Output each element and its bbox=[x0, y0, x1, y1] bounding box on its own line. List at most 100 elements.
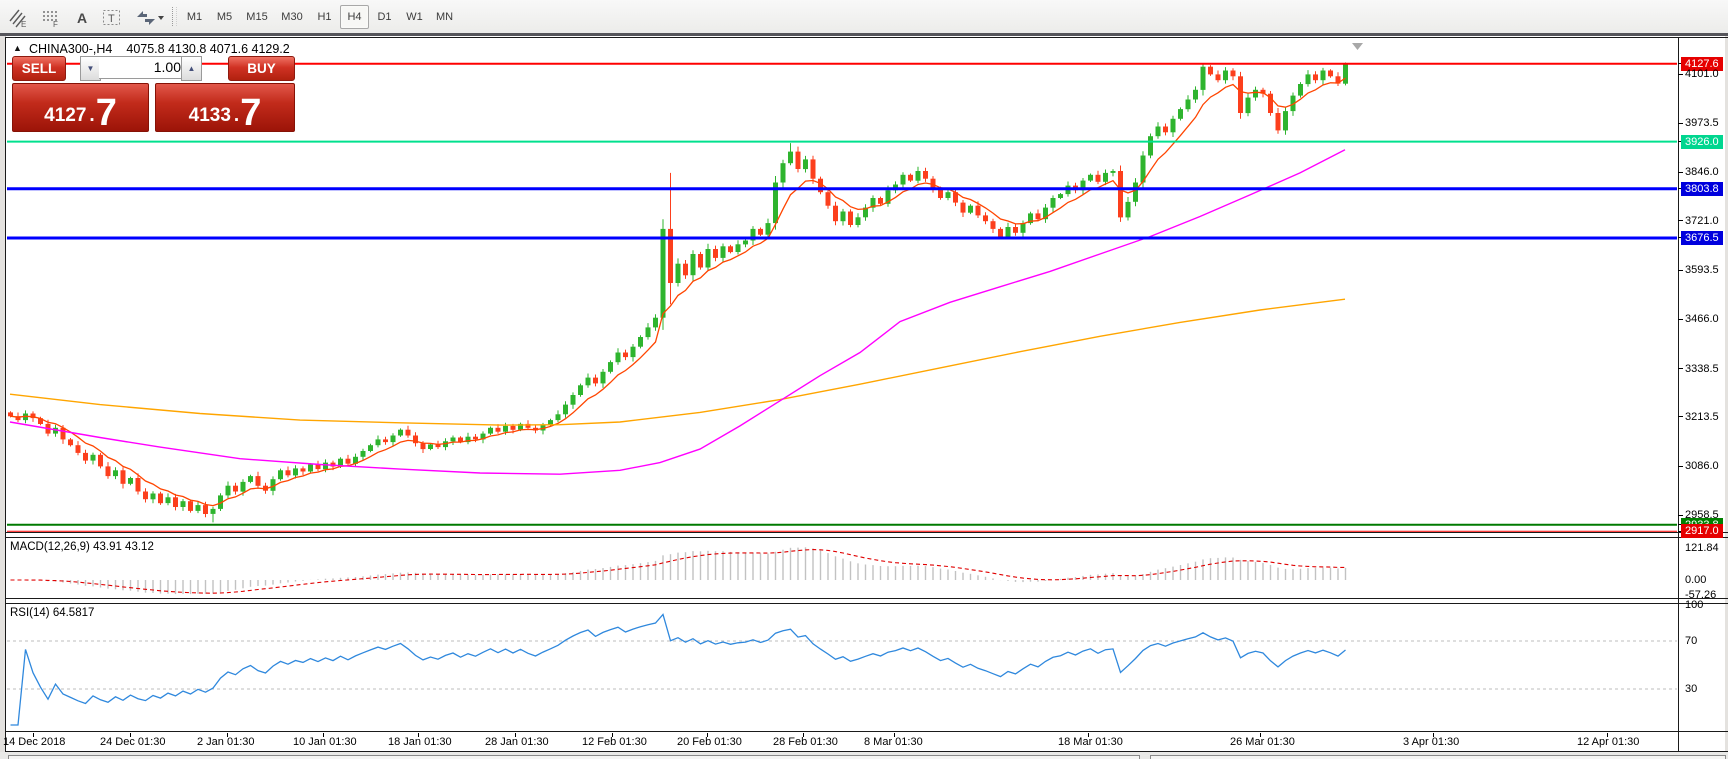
price-axis-label: 3721.0 bbox=[1685, 214, 1719, 228]
time-axis-label: 20 Feb 01:30 bbox=[677, 736, 742, 748]
trading-terminal: E F A T M1 bbox=[0, 0, 1728, 759]
pane-separator[interactable] bbox=[5, 598, 1728, 599]
timeframe-button-m5[interactable]: M5 bbox=[210, 5, 239, 29]
time-axis-label: 8 Mar 01:30 bbox=[864, 736, 923, 748]
time-axis-tick bbox=[418, 733, 419, 737]
price-axis-tick bbox=[1678, 270, 1683, 271]
symbol-timeframe-label: CHINA300-,H4 bbox=[29, 42, 112, 56]
chart-window-top-border bbox=[0, 33, 1728, 36]
terminal-subpanel-edge bbox=[1150, 755, 1726, 759]
volume-input[interactable]: 1.00 bbox=[99, 56, 186, 79]
price-axis-border bbox=[1678, 37, 1679, 751]
price-axis-tick bbox=[1678, 123, 1683, 124]
time-axis-tick bbox=[612, 733, 613, 737]
text-tool-icon[interactable]: T bbox=[98, 4, 126, 31]
time-axis-label: 18 Jan 01:30 bbox=[388, 736, 452, 748]
terminal-panel-edge bbox=[0, 752, 1728, 759]
fibonacci-glyph: F bbox=[41, 8, 61, 28]
equidistant-channel-glyph: E bbox=[8, 8, 28, 28]
fibonacci-tool-icon[interactable]: F bbox=[37, 4, 65, 31]
price-line-badge: 2917.0 bbox=[1681, 524, 1723, 538]
timeframe-button-w1[interactable]: W1 bbox=[400, 5, 429, 29]
time-axis-label: 28 Jan 01:30 bbox=[485, 736, 549, 748]
text-label-tool-icon[interactable]: A bbox=[68, 4, 96, 31]
rsi-axis-label: 30 bbox=[1685, 682, 1697, 696]
time-axis-tick bbox=[894, 733, 895, 737]
time-axis-label: 12 Feb 01:30 bbox=[582, 736, 647, 748]
rsi-axis-label: 100 bbox=[1685, 598, 1703, 612]
arrows-tool-icon[interactable] bbox=[130, 4, 168, 31]
time-axis-label: 2 Jan 01:30 bbox=[197, 736, 255, 748]
sell-price-button[interactable]: 4127 . 7 bbox=[12, 83, 149, 132]
price-axis-label: 3213.5 bbox=[1685, 410, 1719, 424]
text-glyph: T bbox=[102, 8, 122, 28]
time-axis-label: 12 Apr 01:30 bbox=[1577, 736, 1639, 748]
sell-price-dot: . bbox=[89, 106, 94, 125]
timeframe-button-h4[interactable]: H4 bbox=[340, 5, 369, 29]
time-axis-tick bbox=[1260, 733, 1261, 737]
timeframe-button-d1[interactable]: D1 bbox=[370, 5, 399, 29]
price-axis-tick bbox=[1678, 368, 1683, 369]
price-axis-label: 3086.0 bbox=[1685, 459, 1719, 473]
macd-pane-surface[interactable] bbox=[6, 538, 1678, 598]
sell-button-label: SELL bbox=[22, 61, 57, 76]
timeframe-button-h1[interactable]: H1 bbox=[310, 5, 339, 29]
time-axis-tick bbox=[323, 733, 324, 737]
macd-indicator-label: MACD(12,26,9) 43.91 43.12 bbox=[10, 541, 154, 553]
price-axis-tick bbox=[1678, 220, 1683, 221]
buy-price-dot: . bbox=[234, 106, 239, 125]
volume-increase-button[interactable]: ▲ bbox=[181, 56, 202, 81]
time-axis-label: 10 Jan 01:30 bbox=[293, 736, 357, 748]
time-axis-label: 14 Dec 2018 bbox=[3, 736, 65, 748]
price-axis-label: 3973.5 bbox=[1685, 116, 1719, 130]
one-click-collapse-icon[interactable]: ▲ bbox=[13, 43, 22, 53]
price-axis-label: 3846.0 bbox=[1685, 165, 1719, 179]
time-axis-tick bbox=[803, 733, 804, 737]
svg-text:E: E bbox=[21, 20, 26, 28]
pane-separator[interactable] bbox=[5, 532, 1728, 533]
timeframe-button-m30[interactable]: M30 bbox=[275, 5, 309, 29]
timeframe-button-m15[interactable]: M15 bbox=[240, 5, 274, 29]
time-axis-label: 18 Mar 01:30 bbox=[1058, 736, 1123, 748]
buy-button-label: BUY bbox=[247, 61, 276, 76]
spin-up-icon: ▲ bbox=[188, 64, 196, 73]
sell-button[interactable]: SELL bbox=[12, 56, 66, 81]
volume-decrease-button[interactable]: ▼ bbox=[80, 56, 101, 81]
price-axis-tick bbox=[1678, 416, 1683, 417]
price-line-badge: 3803.8 bbox=[1681, 182, 1723, 196]
buy-price-main: 4133 bbox=[189, 106, 231, 125]
equidistant-channel-tool-icon[interactable]: E bbox=[4, 4, 32, 31]
arrows-glyph bbox=[133, 8, 165, 28]
price-axis-tick bbox=[1678, 319, 1683, 320]
buy-button[interactable]: BUY bbox=[228, 56, 295, 81]
sell-price-pips: 7 bbox=[96, 98, 117, 128]
time-axis-tick bbox=[1607, 733, 1608, 737]
price-axis-tick bbox=[1678, 172, 1683, 173]
toolbar: E F A T M1 bbox=[0, 0, 1728, 34]
price-axis-label: 3593.5 bbox=[1685, 263, 1719, 277]
rsi-pane-surface[interactable] bbox=[6, 604, 1678, 731]
time-axis-label: 26 Mar 01:30 bbox=[1230, 736, 1295, 748]
time-axis-tick bbox=[707, 733, 708, 737]
buy-price-button[interactable]: 4133 . 7 bbox=[155, 83, 295, 132]
toolbar-grip[interactable] bbox=[172, 7, 177, 26]
macd-axis-label: 121.84 bbox=[1685, 541, 1719, 555]
timeframe-button-mn[interactable]: MN bbox=[430, 5, 459, 29]
price-line-badge: 3676.5 bbox=[1681, 231, 1723, 245]
rsi-indicator-label: RSI(14) 64.5817 bbox=[10, 607, 94, 619]
price-axis-tick bbox=[1678, 74, 1683, 75]
spin-down-icon: ▼ bbox=[87, 64, 95, 73]
time-axis-label: 3 Apr 01:30 bbox=[1403, 736, 1459, 748]
ohlc-values: 4075.8 4130.8 4071.6 4129.2 bbox=[126, 42, 289, 56]
time-axis-tick bbox=[227, 733, 228, 737]
pane-separator bbox=[5, 731, 1728, 732]
svg-text:F: F bbox=[53, 20, 58, 28]
time-axis-tick bbox=[515, 733, 516, 737]
buy-price-pips: 7 bbox=[240, 98, 261, 128]
price-axis-label: 3466.0 bbox=[1685, 312, 1719, 326]
sell-price-main: 4127 bbox=[44, 106, 86, 125]
timeframe-button-m1[interactable]: M1 bbox=[180, 5, 209, 29]
chart-title: CHINA300-,H4 4075.8 4130.8 4071.6 4129.2 bbox=[29, 42, 290, 56]
rsi-axis-label: 70 bbox=[1685, 634, 1697, 648]
time-axis-tick bbox=[1433, 733, 1434, 737]
